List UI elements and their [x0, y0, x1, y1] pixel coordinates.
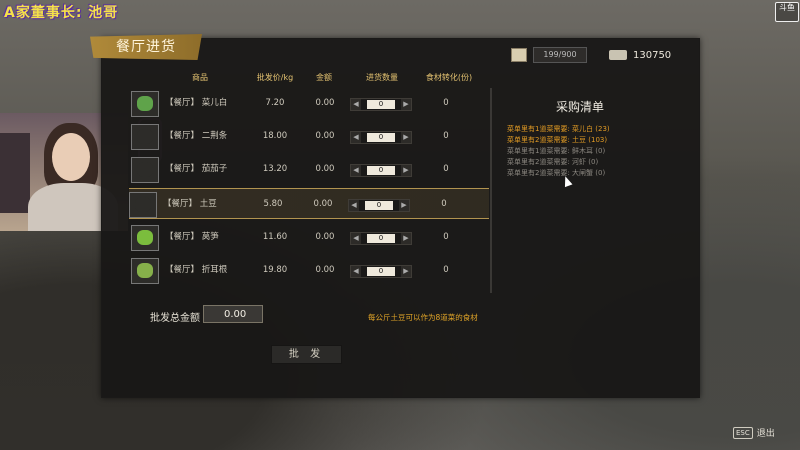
table-row[interactable]: 【餐厅】 二荆条 18.00 0.00 ◀ 0 ▶ 0	[129, 121, 489, 151]
item-price: 7.20	[265, 98, 285, 108]
item-name: 【餐厅】 莴笋	[165, 232, 219, 242]
item-amount: 0.00	[315, 232, 335, 242]
quantity-input[interactable]: 0	[367, 234, 395, 243]
item-conversion: 0	[443, 131, 449, 141]
quantity-stepper: ◀ 0 ▶	[350, 131, 412, 144]
item-amount: 0.00	[313, 199, 333, 209]
item-amount: 0.00	[315, 98, 335, 108]
eggplant-icon	[131, 157, 159, 183]
table-row[interactable]: 【餐厅】 菜儿白 7.20 0.00 ◀ 0 ▶ 0	[129, 88, 489, 118]
purchase-list: 菜单里有1道菜需要: 菜儿白 (23) 菜单里有2道菜需要: 土豆 (103) …	[507, 124, 610, 179]
decrease-arrow-icon[interactable]: ◀	[351, 266, 361, 277]
item-conversion: 0	[443, 265, 449, 275]
quantity-stepper: ◀ 0 ▶	[350, 232, 412, 245]
item-name: 【餐厅】 二荆条	[165, 131, 228, 141]
increase-arrow-icon[interactable]: ▶	[401, 99, 411, 110]
item-price: 18.00	[262, 131, 288, 141]
conversion-hint: 每公斤土豆可以作为8道菜的食材	[368, 313, 478, 322]
header-quantity: 进货数量	[366, 73, 398, 82]
douyu-logo: 斗鱼	[775, 2, 799, 22]
total-amount-field: 0.00	[203, 305, 263, 323]
header-item: 商品	[192, 73, 208, 82]
item-conversion: 0	[443, 98, 449, 108]
money-amount: 130750	[633, 49, 672, 61]
decrease-arrow-icon[interactable]: ◀	[351, 233, 361, 244]
header-conversion: 食材转化(份)	[425, 73, 473, 82]
increase-arrow-icon[interactable]: ▶	[401, 165, 411, 176]
purchase-list-title: 采购清单	[555, 100, 604, 114]
table-header: 商品 批发价/kg 金额 进货数量 食材转化(份)	[0, 72, 800, 82]
decrease-arrow-icon[interactable]: ◀	[349, 200, 359, 211]
list-scrollbar[interactable]	[490, 88, 492, 293]
decrease-arrow-icon[interactable]: ◀	[351, 99, 361, 110]
table-row[interactable]: 【餐厅】 茄茄子 13.20 0.00 ◀ 0 ▶ 0	[129, 154, 489, 184]
increase-arrow-icon[interactable]: ▶	[399, 200, 409, 211]
item-amount: 0.00	[315, 131, 335, 141]
table-row[interactable]: 【餐厅】 折耳根 19.80 0.00 ◀ 0 ▶ 0	[129, 255, 489, 285]
money-icon	[609, 50, 627, 60]
item-amount: 0.00	[315, 164, 335, 174]
item-conversion: 0	[441, 199, 447, 209]
total-label: 批发总金额	[150, 313, 200, 324]
item-name: 【餐厅】 菜儿白	[165, 98, 228, 108]
quantity-input[interactable]: 0	[367, 100, 395, 109]
quantity-stepper: ◀ 0 ▶	[348, 199, 410, 212]
houttuynia-icon	[131, 258, 159, 284]
quantity-input[interactable]: 0	[367, 166, 395, 175]
lettuce-stem-icon	[131, 225, 159, 251]
item-price: 5.80	[263, 199, 283, 209]
esc-key-icon: ESC	[733, 426, 753, 439]
quantity-stepper: ◀ 0 ▶	[350, 265, 412, 278]
decrease-arrow-icon[interactable]: ◀	[351, 165, 361, 176]
item-price: 11.60	[262, 232, 288, 242]
storage-capacity: 199/900	[533, 47, 587, 63]
exit-button[interactable]: ESC 退出	[733, 426, 775, 439]
panel-title: 餐厅进货	[90, 34, 202, 60]
purchase-list-item: 菜单里有2道菜需要: 土豆 (103)	[507, 136, 608, 144]
quantity-stepper: ◀ 0 ▶	[350, 98, 412, 111]
item-name: 【餐厅】 土豆	[163, 199, 217, 209]
item-price: 19.80	[262, 265, 288, 275]
quantity-input[interactable]: 0	[367, 133, 395, 142]
wholesale-button[interactable]: 批 发	[271, 345, 342, 364]
decrease-arrow-icon[interactable]: ◀	[351, 132, 361, 143]
cabbage-icon	[131, 91, 159, 117]
item-amount: 0.00	[315, 265, 335, 275]
quantity-input[interactable]: 0	[365, 201, 393, 210]
item-name: 【餐厅】 折耳根	[165, 265, 228, 275]
quantity-input[interactable]: 0	[367, 267, 395, 276]
item-name: 【餐厅】 茄茄子	[165, 164, 228, 174]
purchase-list-item: 菜单里有2道菜需要: 大闸蟹 (0)	[507, 169, 606, 177]
increase-arrow-icon[interactable]: ▶	[401, 132, 411, 143]
resource-bar: 199/900 130750	[511, 47, 671, 63]
header-price: 批发价/kg	[256, 73, 294, 82]
potato-icon	[129, 192, 157, 218]
item-conversion: 0	[443, 164, 449, 174]
table-row[interactable]: 【餐厅】 莴笋 11.60 0.00 ◀ 0 ▶ 0	[129, 222, 489, 252]
increase-arrow-icon[interactable]: ▶	[401, 233, 411, 244]
item-price: 13.20	[262, 164, 288, 174]
table-row-selected[interactable]: 【餐厅】 土豆 5.80 0.00 ◀ 0 ▶ 0	[129, 188, 489, 219]
header-amount: 金额	[316, 73, 332, 82]
goods-list: 【餐厅】 菜儿白 7.20 0.00 ◀ 0 ▶ 0 【餐厅】 二荆条 18.0…	[129, 88, 489, 293]
exit-label: 退出	[756, 429, 775, 439]
item-conversion: 0	[443, 232, 449, 242]
increase-arrow-icon[interactable]: ▶	[401, 266, 411, 277]
quantity-stepper: ◀ 0 ▶	[350, 164, 412, 177]
purchase-list-item: 菜单里有1道菜需要: 鲜木耳 (0)	[507, 147, 606, 155]
streamer-title: A家董事长: 池哥	[4, 5, 119, 21]
chili-icon	[131, 124, 159, 150]
storage-box-icon	[511, 48, 527, 62]
purchase-list-item: 菜单里有2道菜需要: 河虾 (0)	[507, 158, 599, 166]
purchase-list-item: 菜单里有1道菜需要: 菜儿白 (23)	[507, 125, 610, 133]
